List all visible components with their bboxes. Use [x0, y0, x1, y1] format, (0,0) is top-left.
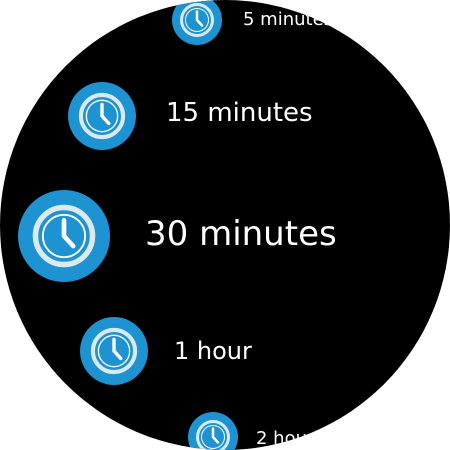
- duration-option-label: 2 hours: [256, 428, 324, 449]
- clock-icon: [80, 317, 148, 385]
- clock-icon: [188, 412, 238, 450]
- clock-icon: [68, 82, 136, 150]
- duration-option-label: 5 minutes: [243, 9, 334, 30]
- duration-option-label: 15 minutes: [166, 98, 313, 128]
- duration-option-label: 1 hour: [174, 337, 252, 365]
- clock-icon: [172, 0, 222, 45]
- duration-picker-list[interactable]: 5 minutes 15 minutes 30 minutes 1 hour 2…: [0, 0, 450, 450]
- duration-option-label: 30 minutes: [145, 214, 337, 254]
- clock-icon: [18, 190, 110, 282]
